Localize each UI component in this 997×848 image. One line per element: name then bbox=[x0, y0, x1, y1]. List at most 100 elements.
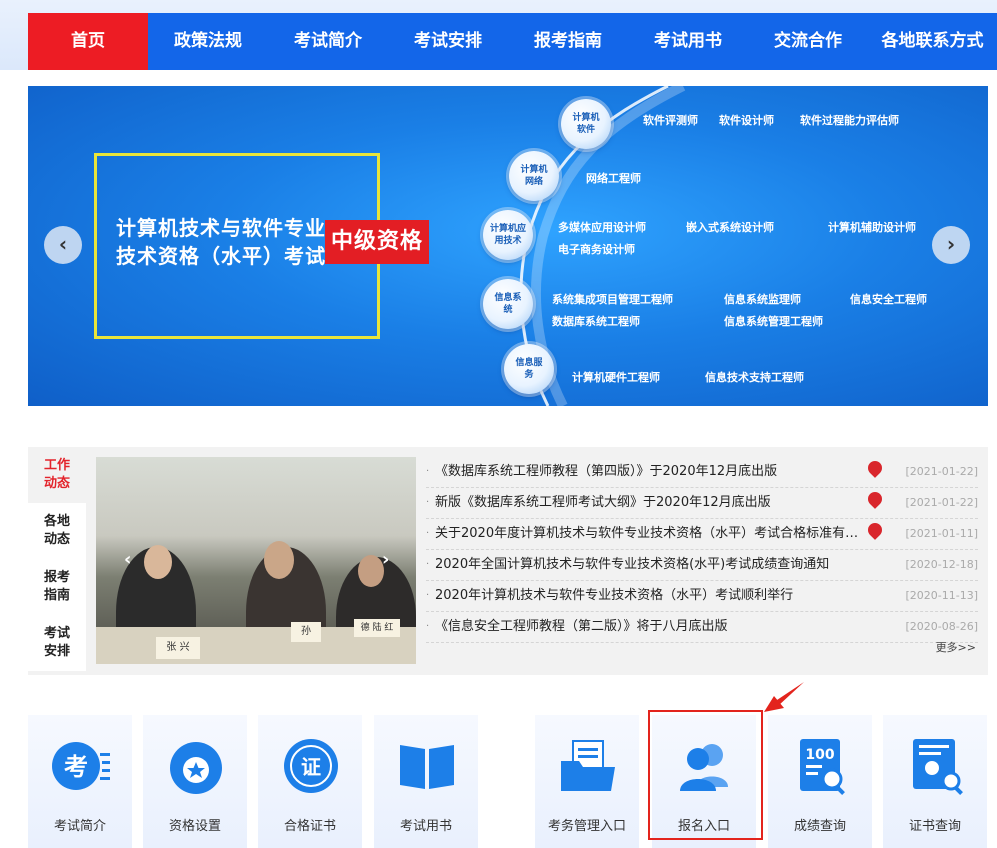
nav-exam-intro[interactable]: 考试简介 bbox=[268, 13, 388, 70]
node-label: 计算机应用技术 bbox=[489, 224, 526, 246]
nav-policy[interactable]: 政策法规 bbox=[148, 13, 268, 70]
side-tab-exam-schedule[interactable]: 考试安排 bbox=[28, 615, 86, 671]
news-row[interactable]: · 2020年计算机技术与软件专业技术资格（水平）考试顺利举行 [2020-11… bbox=[426, 581, 978, 612]
nameplate: 孙 bbox=[291, 622, 321, 642]
card-certificate[interactable]: 证 合格证书 bbox=[258, 715, 362, 848]
job-label[interactable]: 软件设计师 bbox=[719, 112, 774, 128]
svg-text:证: 证 bbox=[301, 755, 321, 779]
news-title[interactable]: 《信息安全工程师教程（第二版）》将于八月底出版 bbox=[435, 612, 728, 642]
nav-exam-books[interactable]: 考试用书 bbox=[628, 13, 748, 70]
job-label[interactable]: 系统集成项目管理工程师 bbox=[552, 291, 673, 307]
news-photo-carousel[interactable]: 张 兴 孙 德 陆 红 ‹ › bbox=[96, 457, 416, 664]
photo-face bbox=[358, 555, 384, 587]
card-qualification[interactable]: 资格设置 bbox=[143, 715, 247, 848]
banner-prev-button[interactable]: ‹ bbox=[44, 226, 82, 264]
side-tab-work-news[interactable]: 工作动态 bbox=[28, 447, 86, 503]
job-label[interactable]: 软件过程能力评估师 bbox=[800, 112, 899, 128]
job-label[interactable]: 多媒体应用设计师 bbox=[558, 219, 646, 235]
news-row[interactable]: · 《数据库系统工程师教程（第四版）》于2020年12月底出版 [2021-01… bbox=[426, 457, 978, 488]
news-date: [2020-11-13] bbox=[905, 589, 978, 602]
job-label[interactable]: 信息系统管理工程师 bbox=[724, 313, 823, 329]
card-label: 证书查询 bbox=[908, 819, 961, 834]
photo-next-icon[interactable]: › bbox=[382, 549, 389, 570]
nav-cooperation[interactable]: 交流合作 bbox=[748, 13, 868, 70]
top-nav-area: 首页 政策法规 考试简介 考试安排 报考指南 考试用书 交流合作 各地联系方式 bbox=[0, 0, 997, 70]
job-label[interactable]: 嵌入式系统设计师 bbox=[686, 219, 774, 235]
news-row[interactable]: · 关于2020年度计算机技术与软件专业技术资格（水平）考试合格标准有关... … bbox=[426, 519, 978, 550]
side-tab-label: 报考指南 bbox=[43, 570, 70, 603]
bullet-icon: · bbox=[426, 497, 430, 508]
node-label: 信息系统 bbox=[494, 293, 522, 315]
chevron-right-icon: › bbox=[946, 232, 956, 256]
banner-next-button[interactable]: › bbox=[932, 226, 970, 264]
news-date: [2021-01-11] bbox=[905, 527, 978, 540]
new-badge-icon bbox=[865, 489, 885, 509]
folder-document-icon bbox=[561, 740, 615, 791]
banner-title-line1: 计算机技术与软件专业 bbox=[116, 216, 326, 240]
job-label[interactable]: 软件评测师 bbox=[643, 112, 698, 128]
card-exam-admin-entry[interactable]: 考务管理入口 bbox=[535, 715, 639, 848]
bullet-icon: · bbox=[426, 621, 430, 632]
card-exam-books[interactable]: 考试用书 bbox=[374, 715, 478, 848]
side-tab-label: 各地动态 bbox=[43, 514, 70, 547]
news-list: · 《数据库系统工程师教程（第四版）》于2020年12月底出版 [2021-01… bbox=[426, 457, 978, 643]
job-label[interactable]: 信息系统监理师 bbox=[724, 291, 801, 307]
banner-title: 计算机技术与软件专业 技术资格（水平）考试 bbox=[116, 214, 326, 270]
job-label[interactable]: 电子商务设计师 bbox=[558, 241, 635, 257]
svg-text:100: 100 bbox=[805, 747, 834, 763]
highlight-box bbox=[648, 710, 763, 840]
bullet-icon: · bbox=[426, 559, 430, 570]
node-label: 计算机网络 bbox=[520, 165, 548, 187]
exam-icon: 考 bbox=[52, 742, 110, 790]
hero-banner[interactable]: 计算机技术与软件专业 技术资格（水平）考试 中级资格 计算机软件 计算机网络 计… bbox=[28, 86, 988, 406]
card-label: 合格证书 bbox=[283, 819, 336, 834]
pointer-arrow-icon bbox=[764, 682, 804, 712]
bullet-icon: · bbox=[426, 528, 430, 539]
card-score-query[interactable]: 100 成绩查询 bbox=[768, 715, 872, 848]
photo-face bbox=[264, 541, 294, 579]
job-label[interactable]: 信息技术支持工程师 bbox=[705, 369, 804, 385]
news-title[interactable]: 2020年计算机技术与软件专业技术资格（水平）考试顺利举行 bbox=[435, 581, 793, 611]
banner-title-line2: 技术资格（水平）考试 bbox=[116, 244, 326, 268]
side-tab-application-guide[interactable]: 报考指南 bbox=[28, 559, 86, 615]
news-side-tabs: 工作动态 各地动态 报考指南 考试安排 bbox=[28, 447, 86, 675]
side-tab-regional-news[interactable]: 各地动态 bbox=[28, 503, 86, 559]
photo-prev-icon[interactable]: ‹ bbox=[124, 549, 131, 570]
card-exam-intro[interactable]: 考 考试简介 bbox=[28, 715, 132, 848]
node-label: 信息服务 bbox=[515, 358, 543, 380]
nav-home[interactable]: 首页 bbox=[28, 13, 148, 70]
side-tab-label: 考试安排 bbox=[43, 626, 70, 659]
news-date: [2020-12-18] bbox=[905, 558, 978, 571]
node-information-system: 信息系统 bbox=[483, 279, 533, 329]
job-label[interactable]: 计算机辅助设计师 bbox=[828, 219, 916, 235]
nameplate: 德 陆 红 bbox=[354, 619, 400, 637]
news-date: [2021-01-22] bbox=[905, 496, 978, 509]
nav-exam-schedule[interactable]: 考试安排 bbox=[388, 13, 508, 70]
news-title[interactable]: 《数据库系统工程师教程（第四版）》于2020年12月底出版 bbox=[435, 457, 777, 487]
new-badge-icon bbox=[865, 520, 885, 540]
nav-application-guide[interactable]: 报考指南 bbox=[508, 13, 628, 70]
news-row[interactable]: · 《信息安全工程师教程（第二版）》将于八月底出版 [2020-08-26] bbox=[426, 612, 978, 643]
node-computer-application: 计算机应用技术 bbox=[483, 210, 533, 260]
job-label[interactable]: 数据库系统工程师 bbox=[552, 313, 640, 329]
card-label: 成绩查询 bbox=[793, 819, 846, 834]
book-icon bbox=[400, 745, 454, 789]
news-title[interactable]: 关于2020年度计算机技术与软件专业技术资格（水平）考试合格标准有关... bbox=[435, 519, 865, 549]
news-row[interactable]: · 新版《数据库系统工程师考试大纲》于2020年12月底出版 [2021-01-… bbox=[426, 488, 978, 519]
job-label[interactable]: 信息安全工程师 bbox=[850, 291, 927, 307]
news-row[interactable]: · 2020年全国计算机技术与软件专业技术资格(水平)考试成绩查询通知 [202… bbox=[426, 550, 978, 581]
card-certificate-query[interactable]: 证书查询 bbox=[883, 715, 987, 848]
card-label: 考试简介 bbox=[53, 819, 106, 834]
medal-icon bbox=[170, 742, 222, 794]
nav-regional-contacts[interactable]: 各地联系方式 bbox=[868, 13, 997, 70]
news-title[interactable]: 2020年全国计算机技术与软件专业技术资格(水平)考试成绩查询通知 bbox=[435, 550, 829, 580]
news-date: [2021-01-22] bbox=[905, 465, 978, 478]
photo-face bbox=[144, 545, 172, 579]
job-label[interactable]: 计算机硬件工程师 bbox=[572, 369, 660, 385]
node-computer-software: 计算机软件 bbox=[561, 99, 611, 149]
news-section: 工作动态 各地动态 报考指南 考试安排 张 兴 孙 德 陆 红 ‹ › · 《数… bbox=[28, 447, 988, 675]
certificate-search-icon bbox=[913, 739, 963, 795]
job-label[interactable]: 网络工程师 bbox=[586, 170, 641, 186]
more-link[interactable]: 更多>> bbox=[936, 639, 976, 655]
news-title[interactable]: 新版《数据库系统工程师考试大纲》于2020年12月底出版 bbox=[435, 488, 771, 518]
